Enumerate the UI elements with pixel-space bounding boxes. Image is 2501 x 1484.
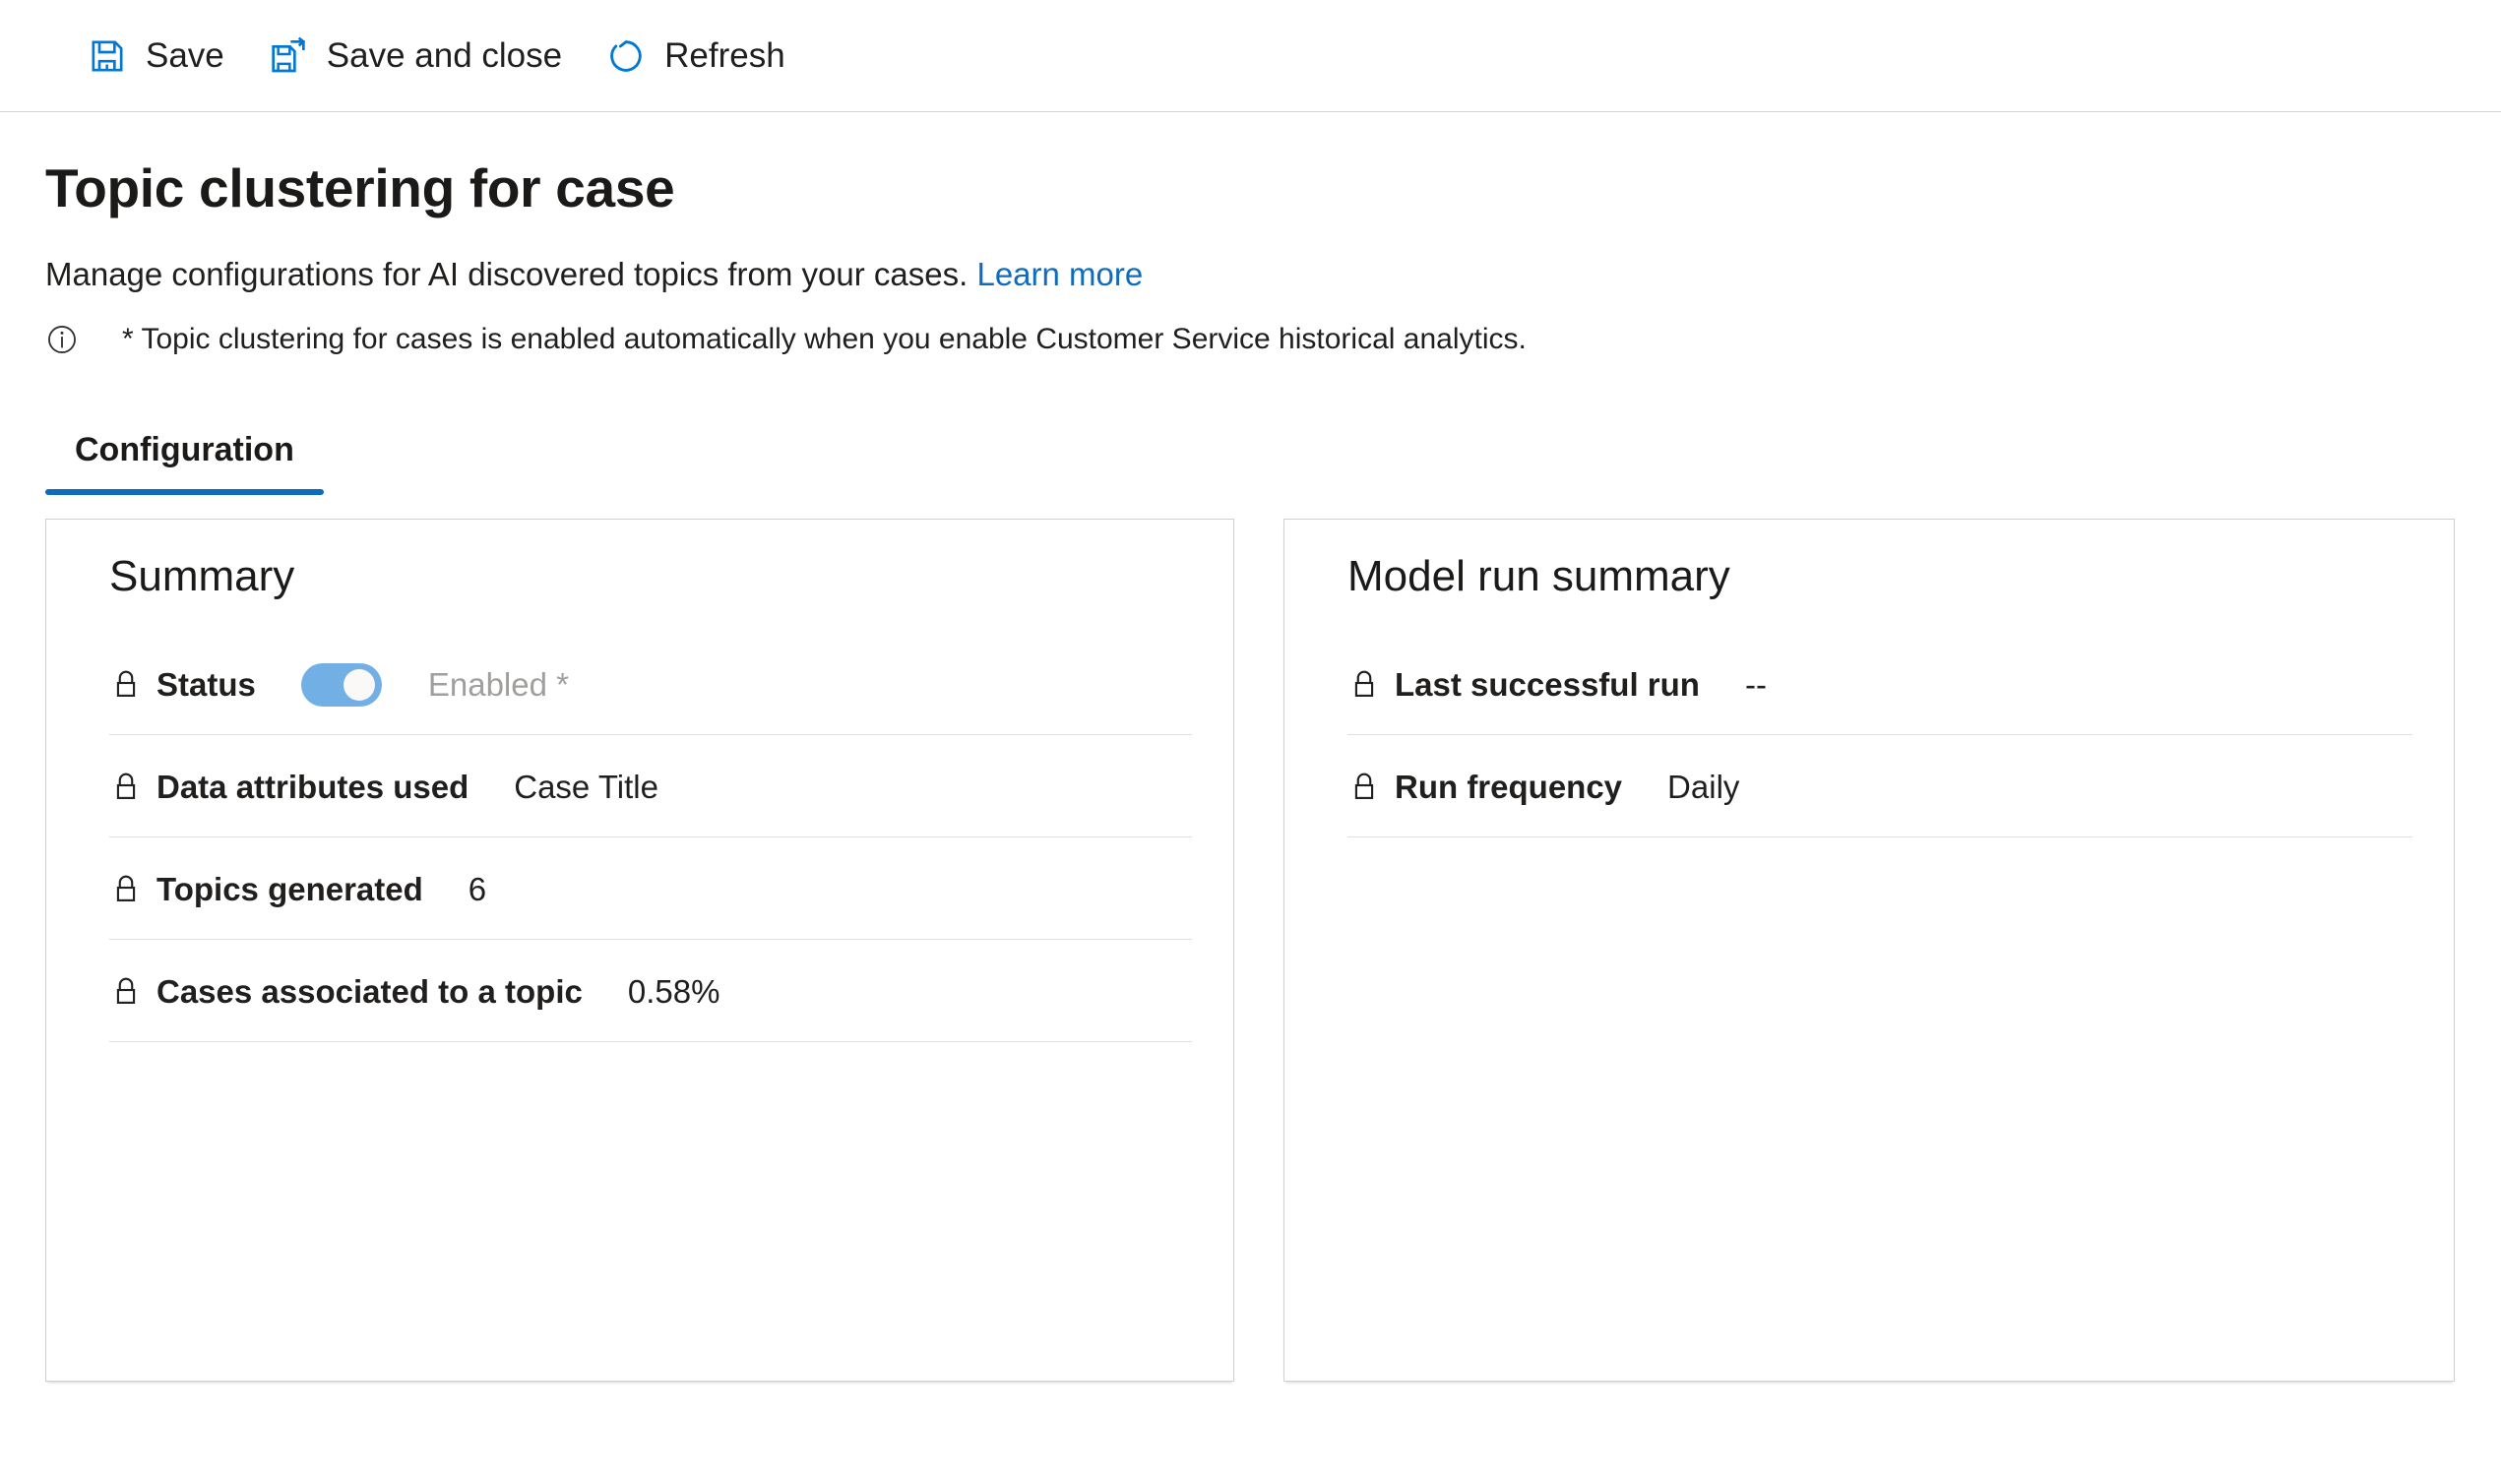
page-title: Topic clustering for case (45, 157, 675, 218)
model-run-summary-card: Model run summary Last successful run -- (1283, 519, 2455, 1383)
command-bar: Save Save and close Refresh (0, 0, 2501, 112)
save-and-close-button-label: Save and close (326, 36, 563, 75)
info-note-text: * Topic clustering for cases is enabled … (122, 323, 1527, 356)
status-toggle-knob (343, 668, 375, 701)
field-label-data-attributes-used: Data attributes used (156, 768, 469, 805)
field-label-cases-associated-to-a-topic: Cases associated to a topic (156, 972, 583, 1010)
field-row-data-attributes-used: Data attributes used Case Title (109, 735, 1192, 838)
lock-icon (109, 769, 143, 806)
field-value-cases-associated-to-a-topic: 0.58% (627, 972, 720, 1010)
field-row-last-successful-run: Last successful run -- (1347, 633, 2412, 736)
field-value-topics-generated: 6 (468, 870, 487, 907)
model-run-summary-card-title: Model run summary (1347, 552, 1730, 601)
save-icon (87, 35, 128, 77)
field-row-status: Status Enabled * (109, 633, 1192, 736)
tab-configuration[interactable]: Configuration (45, 404, 324, 496)
info-icon (45, 323, 79, 356)
lock-icon (109, 973, 143, 1011)
learn-more-link[interactable]: Learn more (976, 256, 1143, 292)
summary-card-title: Summary (109, 552, 295, 601)
page-subtitle-text: Manage configurations for AI discovered … (45, 255, 969, 292)
lock-icon (1347, 769, 1381, 806)
refresh-button[interactable]: Refresh (584, 21, 807, 92)
field-row-topics-generated: Topics generated 6 (109, 837, 1192, 941)
field-label-run-frequency: Run frequency (1395, 768, 1623, 805)
save-button[interactable]: Save (65, 21, 246, 92)
field-label-last-successful-run: Last successful run (1395, 665, 1700, 703)
tab-configuration-label: Configuration (75, 430, 294, 468)
save-button-label: Save (146, 36, 224, 75)
tab-list: Configuration (45, 404, 2501, 496)
save-and-close-icon (268, 35, 309, 77)
info-note: * Topic clustering for cases is enabled … (45, 322, 2501, 357)
status-toggle[interactable] (300, 662, 382, 707)
page-subtitle: Manage configurations for AI discovered … (45, 254, 2501, 296)
refresh-button-label: Refresh (664, 36, 785, 75)
refresh-icon (605, 35, 647, 77)
field-value-last-successful-run: -- (1744, 665, 1767, 703)
status-toggle-value: Enabled * (427, 665, 569, 703)
field-label-status: Status (156, 665, 256, 703)
field-value-data-attributes-used: Case Title (514, 768, 658, 805)
page-body: Topic clustering for case Manage configu… (0, 157, 2501, 1383)
field-row-run-frequency: Run frequency Daily (1347, 735, 2412, 838)
field-label-topics-generated: Topics generated (156, 870, 423, 907)
field-value-run-frequency: Daily (1667, 768, 1740, 805)
save-and-close-button[interactable]: Save and close (246, 21, 584, 92)
summary-card: Summary Status Enabled * Data attributes… (45, 519, 1234, 1383)
lock-icon (1347, 666, 1381, 704)
lock-icon (109, 871, 143, 908)
field-row-cases-associated-to-a-topic: Cases associated to a topic 0.58% (109, 940, 1192, 1043)
cards-container: Summary Status Enabled * Data attributes… (45, 519, 2501, 1383)
lock-icon (109, 666, 143, 704)
